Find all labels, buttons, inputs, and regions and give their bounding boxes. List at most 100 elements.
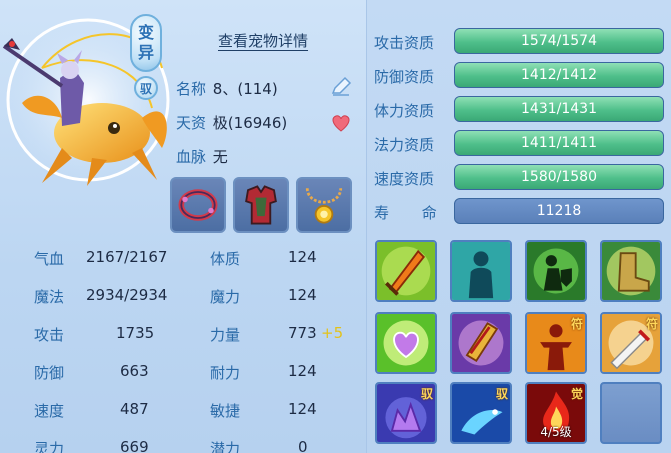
stat-value: 487 (120, 400, 149, 418)
aptitude-row: 防御资质 1412/1412 (374, 62, 664, 90)
heart-icon[interactable] (330, 112, 352, 134)
pet-name-value: 8、(114) (212, 80, 278, 98)
stat-value: 124 (288, 248, 317, 266)
pet-talent-row: 天资 极(16946) (176, 112, 287, 133)
pet-bloodline-label: 血脉 (176, 148, 207, 166)
aptitude-value: 1580/1580 (521, 169, 597, 185)
stat-value: 2934/2934 (86, 286, 168, 304)
stat-value: 124 (288, 286, 317, 304)
aptitude-value: 1574/1574 (521, 33, 597, 49)
stat-label: 耐力 (210, 364, 241, 382)
pet-name-label: 名称 (176, 80, 207, 98)
armor-icon (245, 185, 277, 225)
shield-warrior-icon (527, 242, 585, 300)
stat-label: 魔力 (210, 288, 241, 306)
stat-row: 气血 2167/2167 体质 124 (0, 240, 366, 278)
stat-label: 速度 (34, 402, 65, 420)
skill-level: 4/5级 (540, 425, 572, 439)
aptitude-label: 防御资质 (374, 68, 435, 86)
lifespan-label: 寿 命 (374, 204, 451, 222)
aptitude-bar: 1574/1574 (454, 28, 664, 54)
skill-tag: 符 (570, 317, 583, 331)
stat-label: 敏捷 (210, 402, 241, 420)
pet-talent-value: 极(16946) (212, 114, 288, 132)
red-bracelet-icon (178, 189, 218, 221)
skill-slot[interactable]: 觉 4/5级 (525, 382, 587, 444)
stat-value: 0 (298, 438, 308, 453)
stat-value: 773 (288, 324, 317, 342)
aptitude-label: 法力资质 (374, 136, 435, 154)
shadow-figure-icon (452, 242, 510, 300)
necklace-icon (305, 188, 343, 224)
skill-slot[interactable] (525, 240, 587, 302)
stat-value: 1735 (116, 324, 155, 342)
skill-slot-empty[interactable] (600, 382, 662, 444)
aptitude-row: 体力资质 1431/1431 (374, 96, 664, 124)
aptitude-label: 攻击资质 (374, 34, 435, 52)
stat-value: 124 (288, 362, 317, 380)
tame-badge[interactable]: 驭 (134, 76, 158, 100)
aptitude-label: 体力资质 (374, 102, 435, 120)
equip-slot-1[interactable] (170, 177, 226, 233)
skill-slot[interactable]: 符 (600, 312, 662, 374)
pet-talent-label: 天资 (176, 114, 207, 132)
skill-tag: 觉 (570, 387, 583, 401)
mutant-badge-char-2: 异 (137, 43, 154, 62)
stat-label: 灵力 (34, 440, 65, 453)
stat-label: 攻击 (34, 326, 65, 344)
skill-slot[interactable] (375, 312, 437, 374)
stat-row: 灵力 669 潜力 0 (0, 430, 366, 453)
stat-row: 防御 663 耐力 124 (0, 354, 366, 392)
stat-bonus: +5 (321, 324, 344, 342)
stat-value: 663 (120, 362, 149, 380)
aptitude-row: 攻击资质 1574/1574 (374, 28, 664, 56)
equip-slot-3[interactable] (296, 177, 352, 233)
pet-bloodline-row: 血脉 无 (176, 146, 228, 167)
edit-name-icon[interactable] (330, 76, 352, 98)
mutant-badge-char-1: 变 (137, 23, 154, 42)
skill-slot[interactable]: 驭 (450, 382, 512, 444)
stat-row: 攻击 1735 力量 773 +5 (0, 316, 366, 354)
stat-label: 气血 (34, 250, 65, 268)
skill-slot[interactable] (450, 312, 512, 374)
aptitude-bar: 1431/1431 (454, 96, 664, 122)
skill-tag: 驭 (495, 387, 508, 401)
skill-slot[interactable] (375, 240, 437, 302)
stat-label: 防御 (34, 364, 65, 382)
aptitude-bar: 1580/1580 (454, 164, 664, 190)
mutant-badge: 变 异 (130, 14, 162, 72)
stat-row: 速度 487 敏捷 124 (0, 392, 366, 430)
aptitude-value: 1411/1411 (521, 135, 597, 151)
stat-value: 669 (120, 438, 149, 453)
heart-glow-icon (377, 314, 435, 372)
pet-bloodline-value: 无 (212, 148, 228, 166)
aptitude-bar: 1411/1411 (454, 130, 664, 156)
aptitude-value: 1412/1412 (521, 67, 597, 83)
speed-boot-icon (602, 242, 660, 300)
equip-slot-2[interactable] (233, 177, 289, 233)
aptitude-bar: 1412/1412 (454, 62, 664, 88)
skill-tag: 符 (645, 317, 658, 331)
skill-slot[interactable] (450, 240, 512, 302)
view-pet-details-link[interactable]: 查看宠物详情 (218, 30, 308, 51)
aptitude-label: 速度资质 (374, 170, 435, 188)
stat-label: 潜力 (210, 440, 241, 453)
stat-value: 124 (288, 400, 317, 418)
skill-slot[interactable]: 驭 (375, 382, 437, 444)
aptitude-row: 法力资质 1411/1411 (374, 130, 664, 158)
stat-label: 魔法 (34, 288, 65, 306)
stat-label: 体质 (210, 250, 241, 268)
aptitude-row: 速度资质 1580/1580 (374, 164, 664, 192)
lifespan-bar: 11218 (454, 198, 664, 224)
empty-slot-icon (602, 384, 660, 442)
skill-slot[interactable] (600, 240, 662, 302)
golden-scroll-icon (452, 314, 510, 372)
pet-name-row: 名称 8、(114) (176, 78, 278, 99)
flaming-sword-icon (377, 242, 435, 300)
lifespan-row: 寿 命 11218 (374, 198, 664, 226)
stat-row: 魔法 2934/2934 魔力 124 (0, 278, 366, 316)
stat-value: 2167/2167 (86, 248, 168, 266)
stat-label: 力量 (210, 326, 241, 344)
skill-slot[interactable]: 符 (525, 312, 587, 374)
aptitude-value: 1431/1431 (521, 101, 597, 117)
